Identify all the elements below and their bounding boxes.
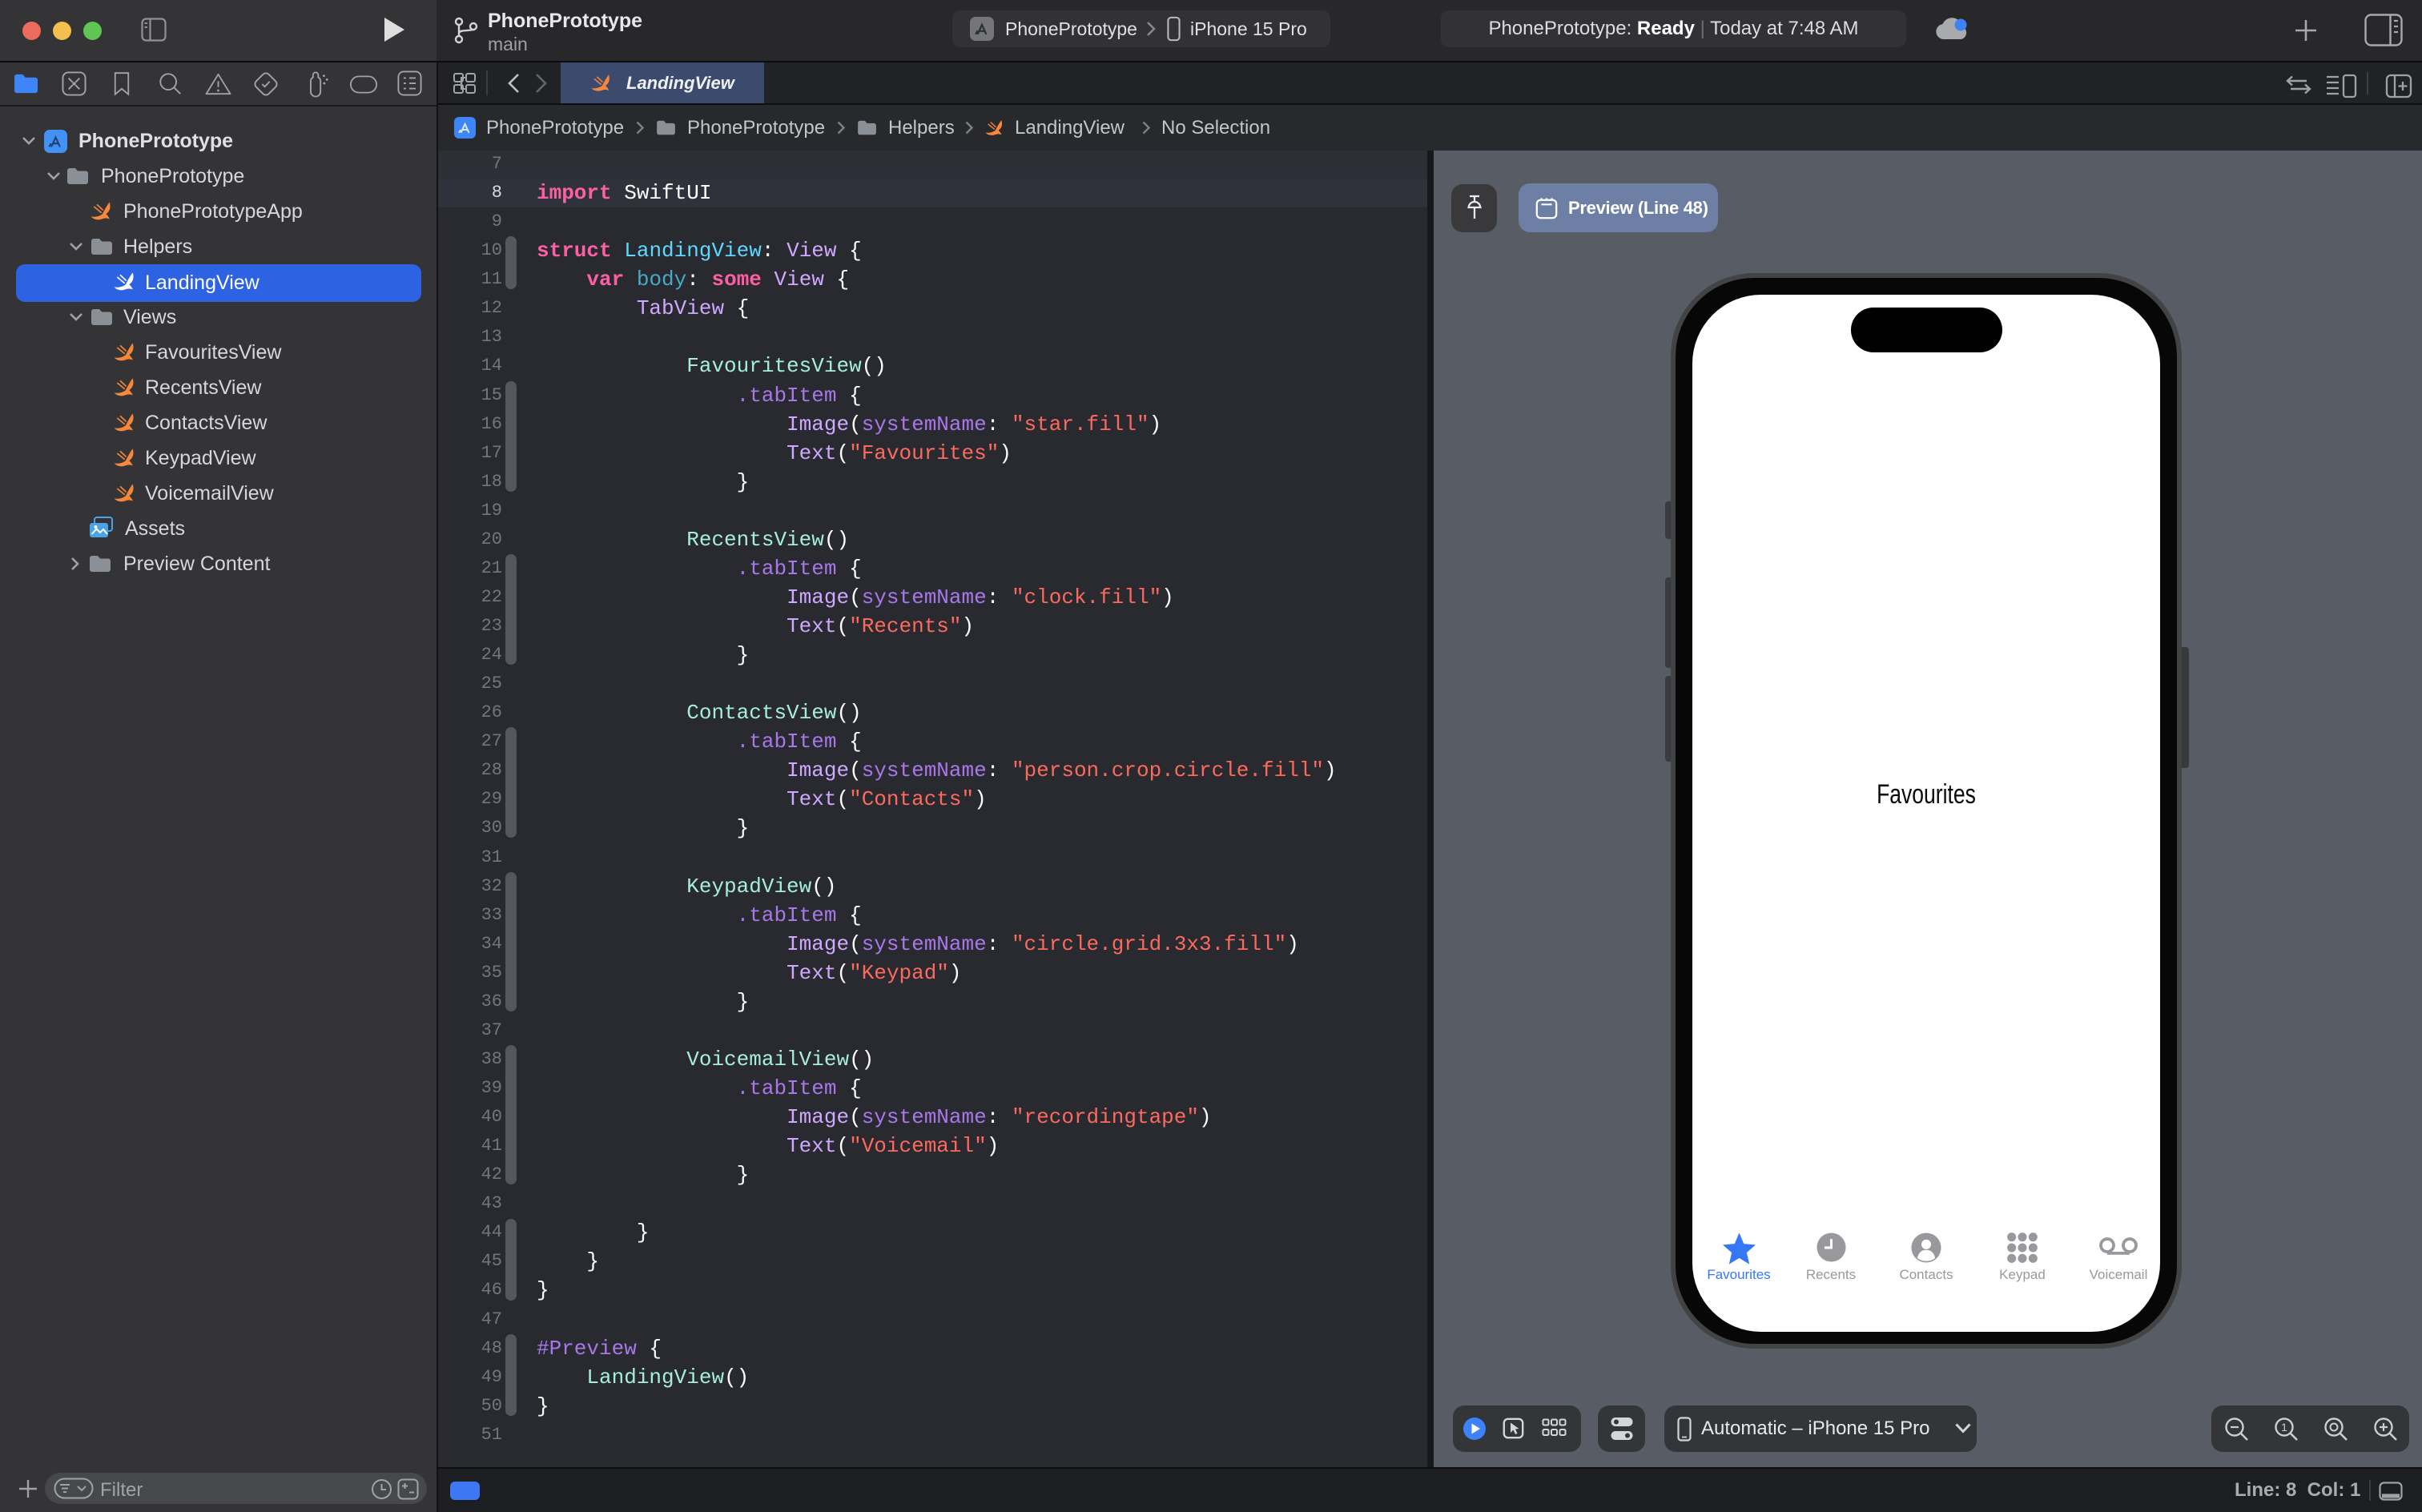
svg-text:1: 1	[2281, 1421, 2287, 1434]
